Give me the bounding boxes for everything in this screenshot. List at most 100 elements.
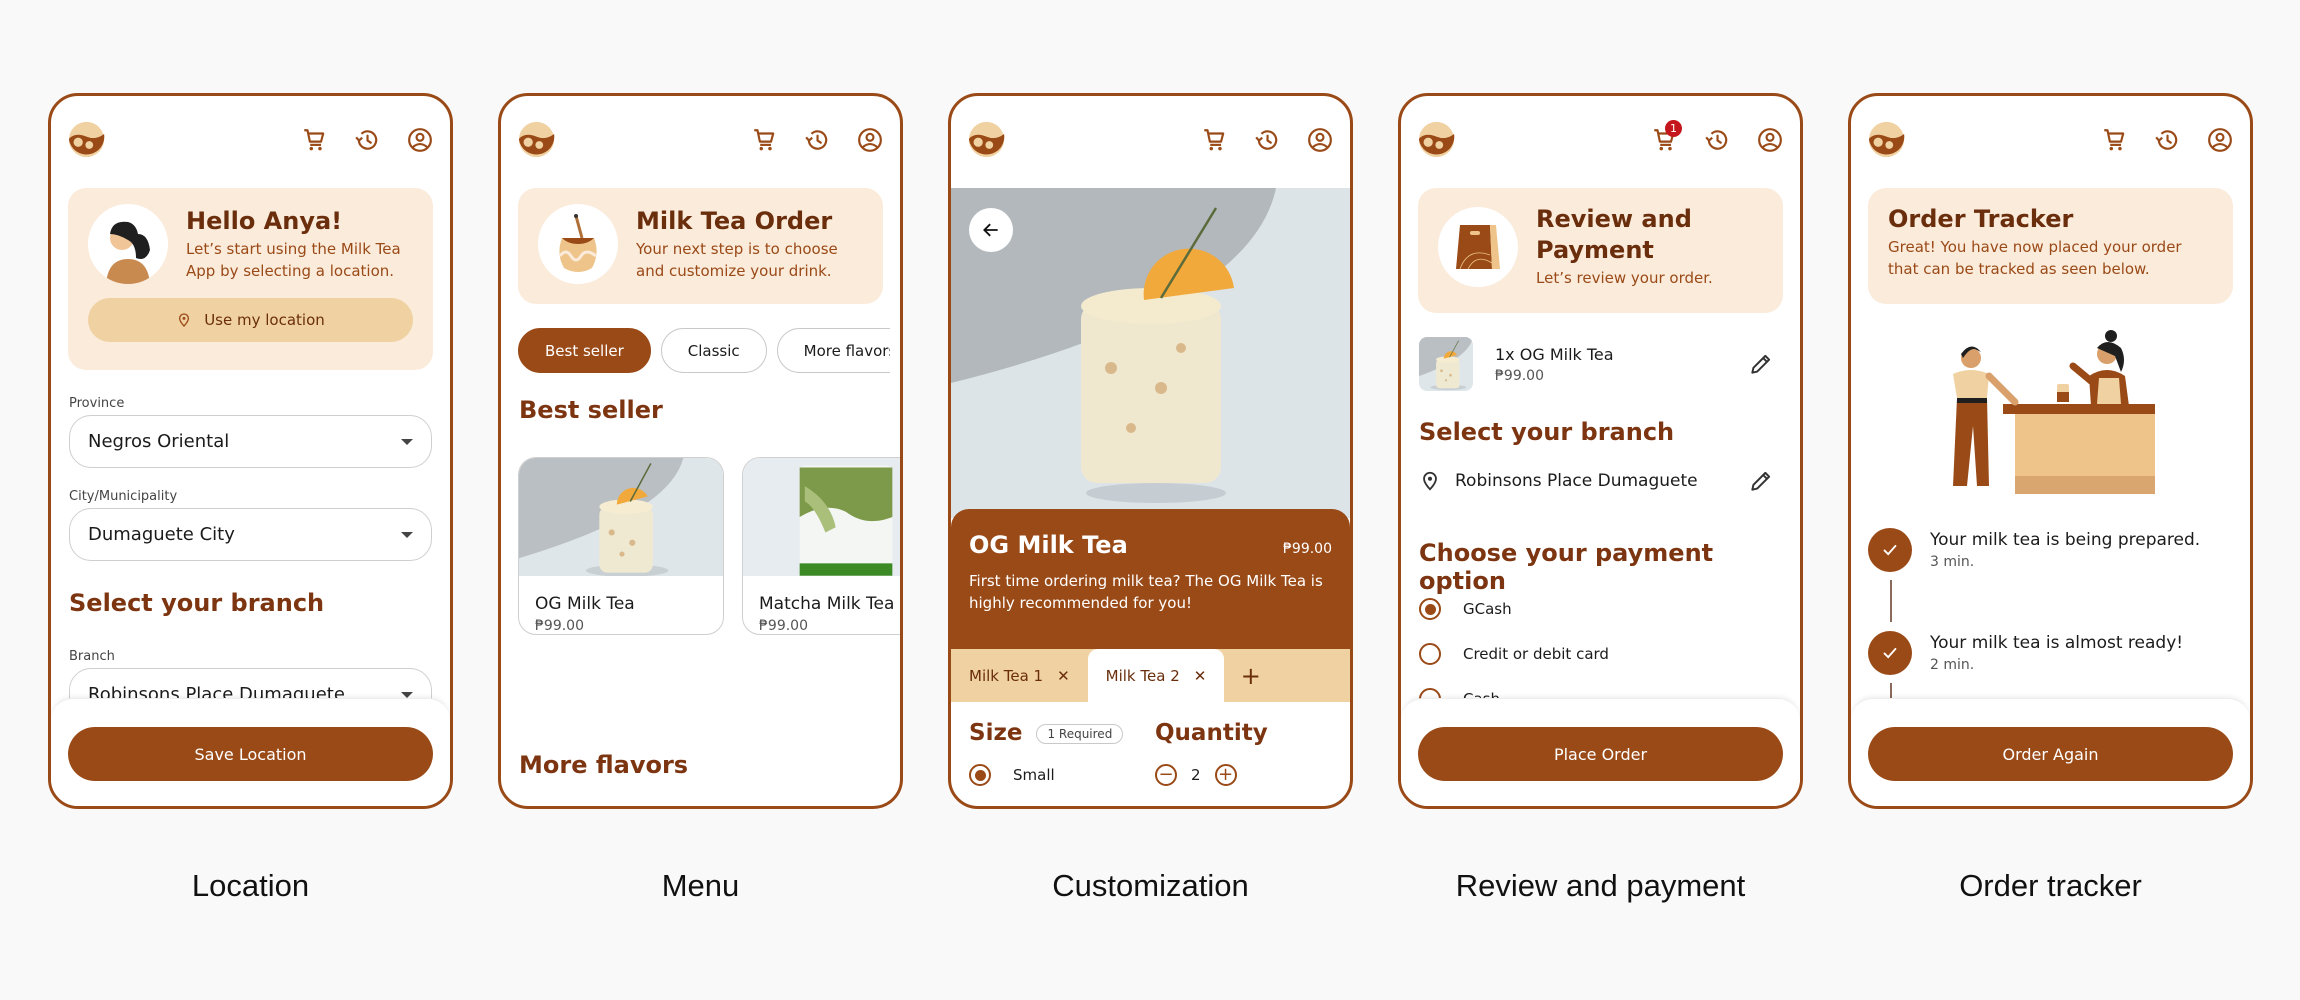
account-icon[interactable] bbox=[854, 126, 886, 154]
history-icon[interactable] bbox=[1701, 126, 1733, 154]
product-card-og-milk-tea[interactable]: OG Milk Tea ₱99.00 bbox=[518, 457, 724, 635]
caption-customization: Customization bbox=[1052, 868, 1249, 903]
decrease-quantity-button[interactable]: − bbox=[1155, 764, 1177, 786]
history-icon[interactable] bbox=[1251, 126, 1283, 154]
step-connector bbox=[1890, 580, 1892, 622]
dropdown-arrow-icon bbox=[401, 531, 413, 538]
banner-title: Hello Anya! bbox=[186, 206, 343, 235]
quantity-stepper: − 2 + bbox=[1155, 764, 1237, 786]
payment-option-card[interactable]: Credit or debit card bbox=[1419, 643, 1609, 665]
account-icon[interactable] bbox=[1754, 126, 1786, 154]
save-location-button[interactable]: Save Location bbox=[68, 727, 433, 781]
tab-milk-tea-2[interactable]: Milk Tea 2 ✕ bbox=[1087, 649, 1225, 702]
history-icon[interactable] bbox=[2151, 126, 2183, 154]
chip-best-seller[interactable]: Best seller bbox=[518, 328, 651, 373]
use-my-location-button[interactable]: Use my location bbox=[88, 298, 413, 342]
order-item-price: ₱99.00 bbox=[1495, 367, 1544, 384]
product-price: ₱99.00 bbox=[759, 618, 808, 634]
review-banner: Review and Payment Let’s review your ord… bbox=[1418, 188, 1783, 313]
caption-menu: Menu bbox=[661, 868, 740, 903]
required-badge: 1 Required bbox=[1036, 723, 1124, 744]
product-description: First time ordering milk tea? The OG Mil… bbox=[969, 572, 1323, 612]
payment-label: Credit or debit card bbox=[1463, 645, 1609, 663]
chip-classic[interactable]: Classic bbox=[660, 328, 767, 373]
size-section-title: Size 1 Required bbox=[969, 720, 1124, 746]
account-icon[interactable] bbox=[404, 126, 436, 154]
milk-tea-cup-icon bbox=[558, 214, 597, 272]
step-time: 2 min. bbox=[1930, 657, 1975, 673]
app-logo-icon[interactable] bbox=[518, 121, 555, 158]
app-logo-icon[interactable] bbox=[68, 121, 105, 158]
app-logo-icon[interactable] bbox=[1868, 121, 1905, 158]
cart-icon[interactable] bbox=[2098, 126, 2130, 154]
province-label: Province bbox=[69, 396, 125, 411]
cart-icon[interactable]: 1 bbox=[1648, 120, 1682, 154]
selected-branch-row: Robinsons Place Dumaguete bbox=[1419, 468, 1782, 494]
order-again-button[interactable]: Order Again bbox=[1868, 727, 2233, 781]
app-logo-icon[interactable] bbox=[968, 121, 1005, 158]
phone-review-screen: 1 Review and Payment Let’s review your o… bbox=[1398, 93, 1803, 809]
product-hero-photo bbox=[951, 188, 1350, 518]
tab-milk-tea-1[interactable]: Milk Tea 1 ✕ bbox=[951, 649, 1088, 702]
product-name: OG Milk Tea bbox=[969, 531, 1128, 559]
place-order-button[interactable]: Place Order bbox=[1418, 727, 1783, 781]
cart-icon[interactable] bbox=[1198, 126, 1230, 154]
app-bar bbox=[951, 96, 1350, 186]
history-icon[interactable] bbox=[801, 126, 833, 154]
tab-label: Milk Tea 1 bbox=[969, 666, 1044, 685]
chip-more-flavors[interactable]: More flavors bbox=[776, 328, 890, 373]
app-bar bbox=[51, 96, 450, 186]
add-tab-button[interactable]: + bbox=[1224, 649, 1277, 702]
more-flavors-heading: More flavors bbox=[519, 751, 689, 779]
app-bar bbox=[1851, 96, 2250, 186]
close-tab-icon[interactable]: ✕ bbox=[1057, 667, 1070, 685]
best-seller-list: OG Milk Tea ₱99.00 Matcha Milk Tea ₱99.0… bbox=[518, 457, 900, 635]
order-item-name: 1x OG Milk Tea bbox=[1495, 344, 1614, 364]
city-label: City/Municipality bbox=[69, 489, 178, 504]
location-pin-icon bbox=[1419, 470, 1441, 492]
back-button[interactable] bbox=[969, 208, 1013, 252]
app-bar bbox=[501, 96, 900, 186]
account-icon[interactable] bbox=[1304, 126, 1336, 154]
size-radio-selected[interactable] bbox=[969, 764, 991, 786]
use-my-location-label: Use my location bbox=[204, 311, 325, 329]
category-chips: Best seller Classic More flavors bbox=[518, 328, 890, 373]
radio-unselected[interactable] bbox=[1419, 643, 1441, 665]
cart-icon[interactable] bbox=[298, 126, 330, 154]
size-title: Size bbox=[969, 720, 1023, 746]
tracker-banner: Order Tracker Great! You have now placed… bbox=[1868, 188, 2233, 304]
payment-option-gcash[interactable]: GCash bbox=[1419, 598, 1512, 620]
arrow-left-icon bbox=[983, 223, 998, 237]
city-select[interactable]: Dumaguete City bbox=[69, 508, 432, 561]
cart-icon[interactable] bbox=[748, 126, 780, 154]
step-title: Your milk tea is almost ready! bbox=[1930, 633, 2184, 653]
edit-branch-pencil-icon[interactable] bbox=[1748, 468, 1774, 494]
app-logo-icon[interactable] bbox=[1418, 121, 1455, 158]
dropdown-arrow-icon bbox=[401, 691, 413, 698]
account-icon[interactable] bbox=[2204, 126, 2236, 154]
phone-location-screen: Hello Anya! Let’s start using the Milk T… bbox=[48, 93, 453, 809]
product-price: ₱99.00 bbox=[535, 618, 584, 634]
caption-tracker: Order tracker bbox=[1959, 868, 2142, 903]
branch-label: Branch bbox=[69, 649, 115, 664]
edit-order-pencil-icon[interactable] bbox=[1748, 351, 1774, 377]
select-branch-heading: Select your branch bbox=[1419, 418, 1675, 446]
bottom-action-bar: Order Again bbox=[1851, 698, 2250, 806]
woman-avatar-icon bbox=[88, 204, 168, 284]
product-card-matcha-milk-tea[interactable]: Matcha Milk Tea ₱99.00 bbox=[742, 457, 900, 635]
bottom-action-bar: Save Location bbox=[51, 698, 450, 806]
order-item-thumbnail bbox=[1419, 337, 1473, 391]
radio-selected[interactable] bbox=[1419, 598, 1441, 620]
increase-quantity-button[interactable]: + bbox=[1214, 764, 1237, 786]
banner-subtitle: Let’s start using the Milk Tea App by se… bbox=[186, 239, 401, 280]
tracker-step-prepared: Your milk tea is being prepared. 3 min. bbox=[1868, 528, 2200, 572]
bottom-action-bar: Place Order bbox=[1401, 698, 1800, 806]
close-tab-icon[interactable]: ✕ bbox=[1194, 667, 1207, 685]
size-option-small[interactable]: Small bbox=[969, 764, 1055, 786]
step-complete-check-icon bbox=[1868, 528, 1912, 572]
quantity-title: Quantity bbox=[1155, 720, 1268, 746]
banner-subtitle: Your next step is to choose and customiz… bbox=[636, 239, 838, 280]
welcome-banner: Hello Anya! Let’s start using the Milk T… bbox=[68, 188, 433, 370]
province-select[interactable]: Negros Oriental bbox=[69, 415, 432, 468]
history-icon[interactable] bbox=[351, 126, 383, 154]
